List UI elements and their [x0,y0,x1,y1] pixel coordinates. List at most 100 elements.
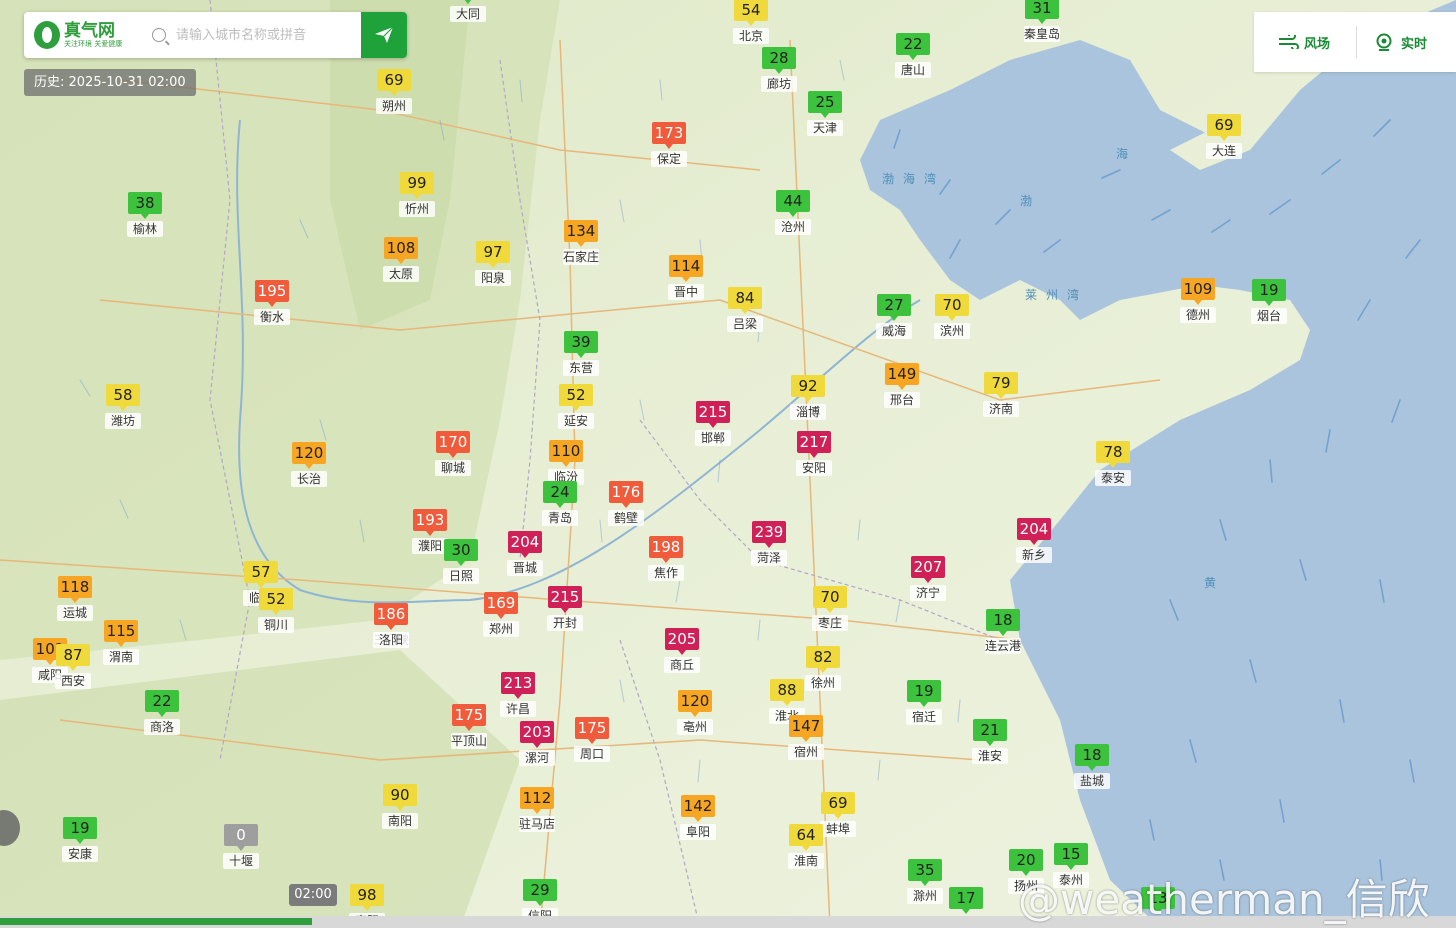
city-name-label: 郑州 [483,621,519,637]
city-name-label: 商洛 [144,719,180,735]
city-name-label: 石家庄 [563,249,600,265]
city-name-label: 洛阳 [373,632,409,648]
city-name-label: 大同 [450,6,486,22]
city-name-label: 菏泽 [751,550,787,566]
watermark: @weatherman_信欣 [1018,875,1430,924]
wind-field-label: 风场 [1304,36,1331,52]
city-name-label: 十堰 [223,853,259,869]
aqi-value-badge: 22 [896,33,930,60]
city-name-label: 运城 [57,605,93,621]
logo-slogan: 关注环境 关爱健康 [64,39,123,48]
city-name-label: 青岛 [542,510,578,526]
aqi-value-badge: 169 [484,592,518,619]
city-name-label: 晋中 [668,284,704,300]
realtime-button[interactable]: 实时 [1375,27,1427,57]
aqi-value-badge: 21 [973,719,1007,746]
aqi-value-badge: 19 [907,680,941,707]
logo-leaf-icon [34,21,60,49]
aqi-value-badge: 217 [797,431,831,458]
city-name-label: 阳泉 [475,270,511,286]
city-name-label: 滁州 [907,888,943,904]
sea-label-hai: 海 [1116,147,1138,161]
city-name-label: 淄博 [790,404,826,420]
aqi-value-badge: 173 [652,122,686,149]
city-name-label: 南阳 [382,813,418,829]
city-name-label: 亳州 [677,719,713,735]
aqi-value-badge: 215 [548,586,582,613]
city-name-label: 阜阳 [680,824,716,840]
aqi-value-badge: 18 [986,609,1020,636]
city-name-label: 徐州 [805,675,841,691]
city-name-label: 济宁 [910,585,946,601]
city-name-label: 东营 [563,360,599,376]
aqi-value-badge: 87 [56,644,90,671]
wind-field-button[interactable]: 风场 [1278,27,1330,57]
aqi-value-badge: 28 [762,47,796,74]
map-controls: 风场 实时 [1254,12,1456,72]
aqi-value-badge: 25 [808,91,842,118]
city-name-label: 西安 [55,673,91,689]
logo[interactable]: 真气网 关注环境 关爱健康 [24,21,146,49]
aqi-value-badge: 204 [1017,518,1051,545]
aqi-value-badge: 18 [1075,744,1109,771]
aqi-value-badge: 52 [259,588,293,615]
city-name-label: 漯河 [519,750,555,766]
aqi-value-badge: 19 [1252,279,1286,306]
city-name-label: 蚌埠 [820,821,856,837]
aqi-value-badge: 22 [145,690,179,717]
city-name-label: 朔州 [376,98,412,114]
aqi-value-badge: 120 [678,690,712,717]
search-submit-button[interactable] [361,12,407,58]
city-name-label: 忻州 [399,201,435,217]
city-name-label: 保定 [651,151,687,167]
aqi-value-badge: 108 [384,237,418,264]
city-name-label: 秦皇岛 [1024,26,1061,42]
aqi-value-badge: 88 [770,679,804,706]
city-name-label: 太原 [383,266,419,282]
city-name-label: 邯郸 [695,430,731,446]
aqi-value-badge: 64 [789,824,823,851]
aqi-value-badge: 239 [752,521,786,548]
aqi-value-badge: 213 [501,672,535,699]
map-canvas[interactable]: 渤海湾 莱州湾 渤 海 黄 46大同54北京31秦皇岛28廊坊22唐山69朔州2… [0,0,1456,928]
aqi-value-badge: 69 [377,69,411,96]
city-name-label: 枣庄 [812,615,848,631]
city-name-label: 聊城 [435,460,471,476]
city-name-label: 淮安 [972,748,1008,764]
aqi-value-badge: 120 [292,442,326,469]
control-divider [1356,26,1358,58]
aqi-value-badge: 176 [609,481,643,508]
aqi-value-badge: 24 [543,481,577,508]
aqi-value-badge: 15 [1054,843,1088,870]
city-name-label: 连云港 [985,638,1022,654]
aqi-value-badge: 175 [575,717,609,744]
city-name-label: 威海 [876,323,912,339]
city-name-label: 安康 [62,846,98,862]
city-name-label: 吕梁 [727,316,763,332]
city-name-label: 新乡 [1016,547,1052,563]
aqi-value-badge: 58 [106,384,140,411]
aqi-value-badge: 70 [813,586,847,613]
city-name-label: 晋城 [507,560,543,576]
sea-label-yellow: 黄 [1204,576,1226,590]
aqi-value-badge: 170 [436,431,470,458]
timeline-current-time: 02:00 [289,884,337,906]
aqi-value-badge: 205 [665,628,699,655]
aqi-value-badge: 112 [520,787,554,814]
sea-label-bohai: 渤 [1020,194,1042,208]
city-name-label: 日照 [443,568,479,584]
aqi-value-badge: 90 [383,784,417,811]
aqi-value-badge: 39 [564,331,598,358]
aqi-value-badge: 27 [877,294,911,321]
search-input[interactable] [174,26,358,44]
aqi-value-badge: 110 [549,440,583,467]
city-name-label: 沧州 [775,219,811,235]
city-name-label: 驻马店 [519,816,556,832]
city-name-label: 安阳 [796,460,832,476]
aqi-value-badge: 215 [696,401,730,428]
city-name-label: 开封 [547,615,583,631]
aqi-value-badge: 198 [649,536,683,563]
aqi-value-badge: 207 [911,556,945,583]
qinling-shading [0,650,520,928]
city-name-label: 滨州 [934,323,970,339]
